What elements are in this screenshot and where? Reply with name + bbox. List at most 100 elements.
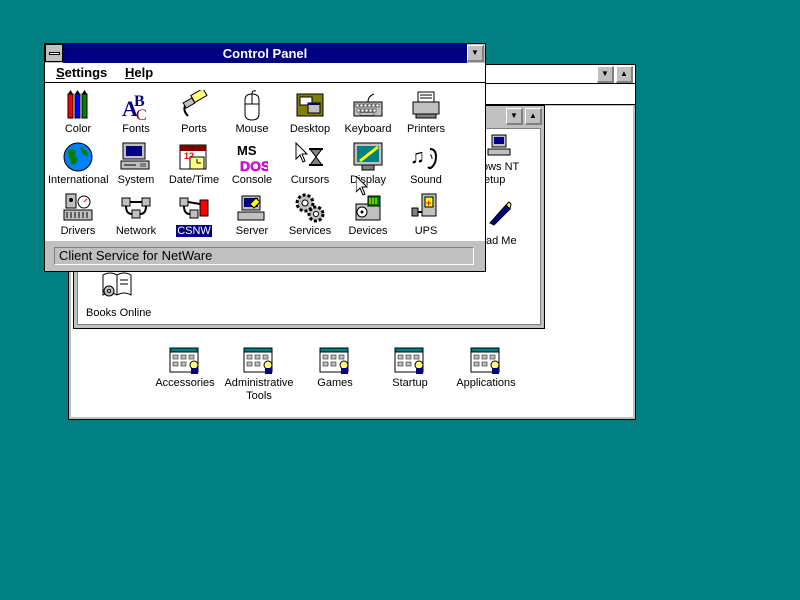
calendar-clock-icon: 12 — [178, 141, 210, 173]
group-label: Startup — [392, 377, 428, 389]
ups-icon: + — [410, 192, 442, 224]
group-label: Administrative Tools — [224, 377, 294, 402]
server-icon — [236, 192, 268, 224]
program-group-icon — [319, 347, 351, 375]
system-icon — [120, 141, 152, 173]
menu-settings[interactable]: Settings — [56, 65, 107, 80]
cursors-icon — [294, 141, 326, 173]
item-label: UPS — [414, 225, 438, 237]
main-minimize-button[interactable]: ▼ — [506, 108, 523, 125]
item-label: Ports — [181, 123, 207, 135]
group-games[interactable]: Games — [295, 347, 375, 390]
menu-help[interactable]: Help — [125, 65, 153, 80]
control-panel-item-console[interactable]: MS DOS Console — [221, 141, 283, 186]
item-label: Mouse — [235, 123, 269, 135]
control-panel-item-drivers[interactable]: Drivers — [47, 192, 109, 237]
minimize-button[interactable]: ▼ — [467, 45, 484, 62]
control-panel-item-printers[interactable]: Printers — [395, 90, 457, 135]
group-administrative-tools[interactable]: Administrative Tools — [219, 347, 299, 403]
item-label: Console — [231, 174, 273, 186]
item-label: International — [48, 174, 109, 186]
desktop-icon — [294, 90, 326, 122]
control-panel-item-ports[interactable]: Ports — [163, 87, 225, 135]
svg-text:♫: ♫ — [410, 146, 425, 168]
item-label: Services — [288, 225, 332, 237]
item-label: Server — [235, 225, 269, 237]
printer-icon — [410, 90, 442, 122]
books-online-icon[interactable] — [100, 269, 134, 299]
item-label: Desktop — [289, 123, 331, 135]
item-label: Color — [64, 123, 92, 135]
control-panel-item-mouse[interactable]: Mouse — [221, 90, 283, 135]
control-panel-item-devices[interactable]: Devices — [337, 192, 399, 237]
color-icon — [62, 90, 94, 122]
svg-text:+: + — [426, 198, 431, 208]
csnw-icon — [178, 192, 210, 224]
control-panel-item-server[interactable]: Server — [221, 192, 283, 237]
svg-text:DOS: DOS — [240, 158, 268, 173]
program-group-icon — [169, 347, 201, 375]
control-panel-item-fonts[interactable]: A B C Fonts — [105, 90, 167, 135]
console-icon: MS DOS — [236, 141, 271, 174]
keyboard-icon — [352, 90, 384, 122]
svg-text:MS: MS — [237, 143, 257, 158]
control-panel-item-keyboard[interactable]: Keyboard — [337, 90, 399, 135]
control-panel-item-network[interactable]: Network — [105, 192, 167, 237]
control-panel-item-system[interactable]: System — [105, 141, 167, 186]
item-label: Keyboard — [344, 123, 392, 135]
item-label: Date/Time — [168, 174, 220, 186]
group-label: Accessories — [155, 377, 215, 389]
group-applications[interactable]: Applications — [446, 347, 526, 390]
setup-icon[interactable] — [482, 133, 512, 159]
control-panel-window: Control Panel ▼ Settings Help Color A B C Fo… — [44, 43, 486, 272]
group-accessories[interactable]: Accessories — [145, 347, 225, 390]
control-panel-titlebar[interactable]: Control Panel — [63, 44, 467, 63]
item-label: System — [117, 174, 155, 186]
item-label: Cursors — [290, 174, 330, 186]
readme-icon[interactable] — [486, 201, 512, 227]
devices-icon — [352, 192, 384, 224]
group-startup[interactable]: Startup — [370, 347, 450, 390]
control-panel-item-desktop[interactable]: Desktop — [279, 90, 341, 135]
item-label: Drivers — [60, 225, 96, 237]
minimize-button[interactable]: ▼ — [597, 66, 614, 83]
item-label: Network — [115, 225, 157, 237]
control-panel-item-display[interactable]: Display — [337, 141, 399, 186]
books-online-label: Books Online — [86, 307, 152, 319]
menu-bar: Settings Help — [45, 63, 485, 83]
group-label: Applications — [456, 377, 516, 389]
program-group-icon — [394, 347, 426, 375]
control-panel-item-ups[interactable]: + UPS — [395, 192, 457, 237]
main-maximize-button[interactable]: ▲ — [525, 108, 542, 125]
maximize-button[interactable]: ▲ — [616, 66, 633, 83]
network-icon — [120, 192, 152, 224]
item-label: Devices — [348, 225, 388, 237]
window-title: Control Panel — [222, 46, 308, 61]
item-label: Sound — [410, 174, 442, 186]
control-panel-item-sound[interactable]: ♫ Sound — [395, 141, 457, 186]
status-bar: Client Service for NetWare — [54, 247, 474, 265]
setup-label: ows NT etup — [482, 161, 520, 186]
control-panel-item-csnw[interactable]: CSNW — [163, 192, 225, 238]
program-group-icon — [470, 347, 502, 375]
svg-text:C: C — [136, 107, 147, 122]
mouse-cursor — [355, 174, 369, 196]
control-panel-item-date-time[interactable]: 12 Date/Time — [163, 141, 225, 186]
ports-icon — [178, 87, 210, 122]
item-label: Printers — [407, 123, 445, 135]
item-label: Fonts — [122, 123, 150, 135]
drivers-icon — [62, 192, 94, 224]
mouse-icon — [236, 90, 268, 122]
system-menu-button[interactable] — [45, 44, 63, 62]
control-panel-item-color[interactable]: Color — [47, 90, 109, 135]
control-panel-item-services[interactable]: Services — [279, 192, 341, 237]
item-label: CSNW — [175, 224, 213, 238]
services-icon — [294, 192, 326, 224]
sound-icon: ♫ — [410, 141, 442, 173]
control-panel-item-international[interactable]: International — [47, 141, 109, 186]
readme-label: ad Me — [486, 235, 517, 247]
globe-icon — [62, 141, 94, 173]
fonts-icon: ABC — [120, 90, 152, 124]
control-panel-item-cursors[interactable]: Cursors — [279, 141, 341, 186]
group-label: Games — [317, 377, 353, 389]
